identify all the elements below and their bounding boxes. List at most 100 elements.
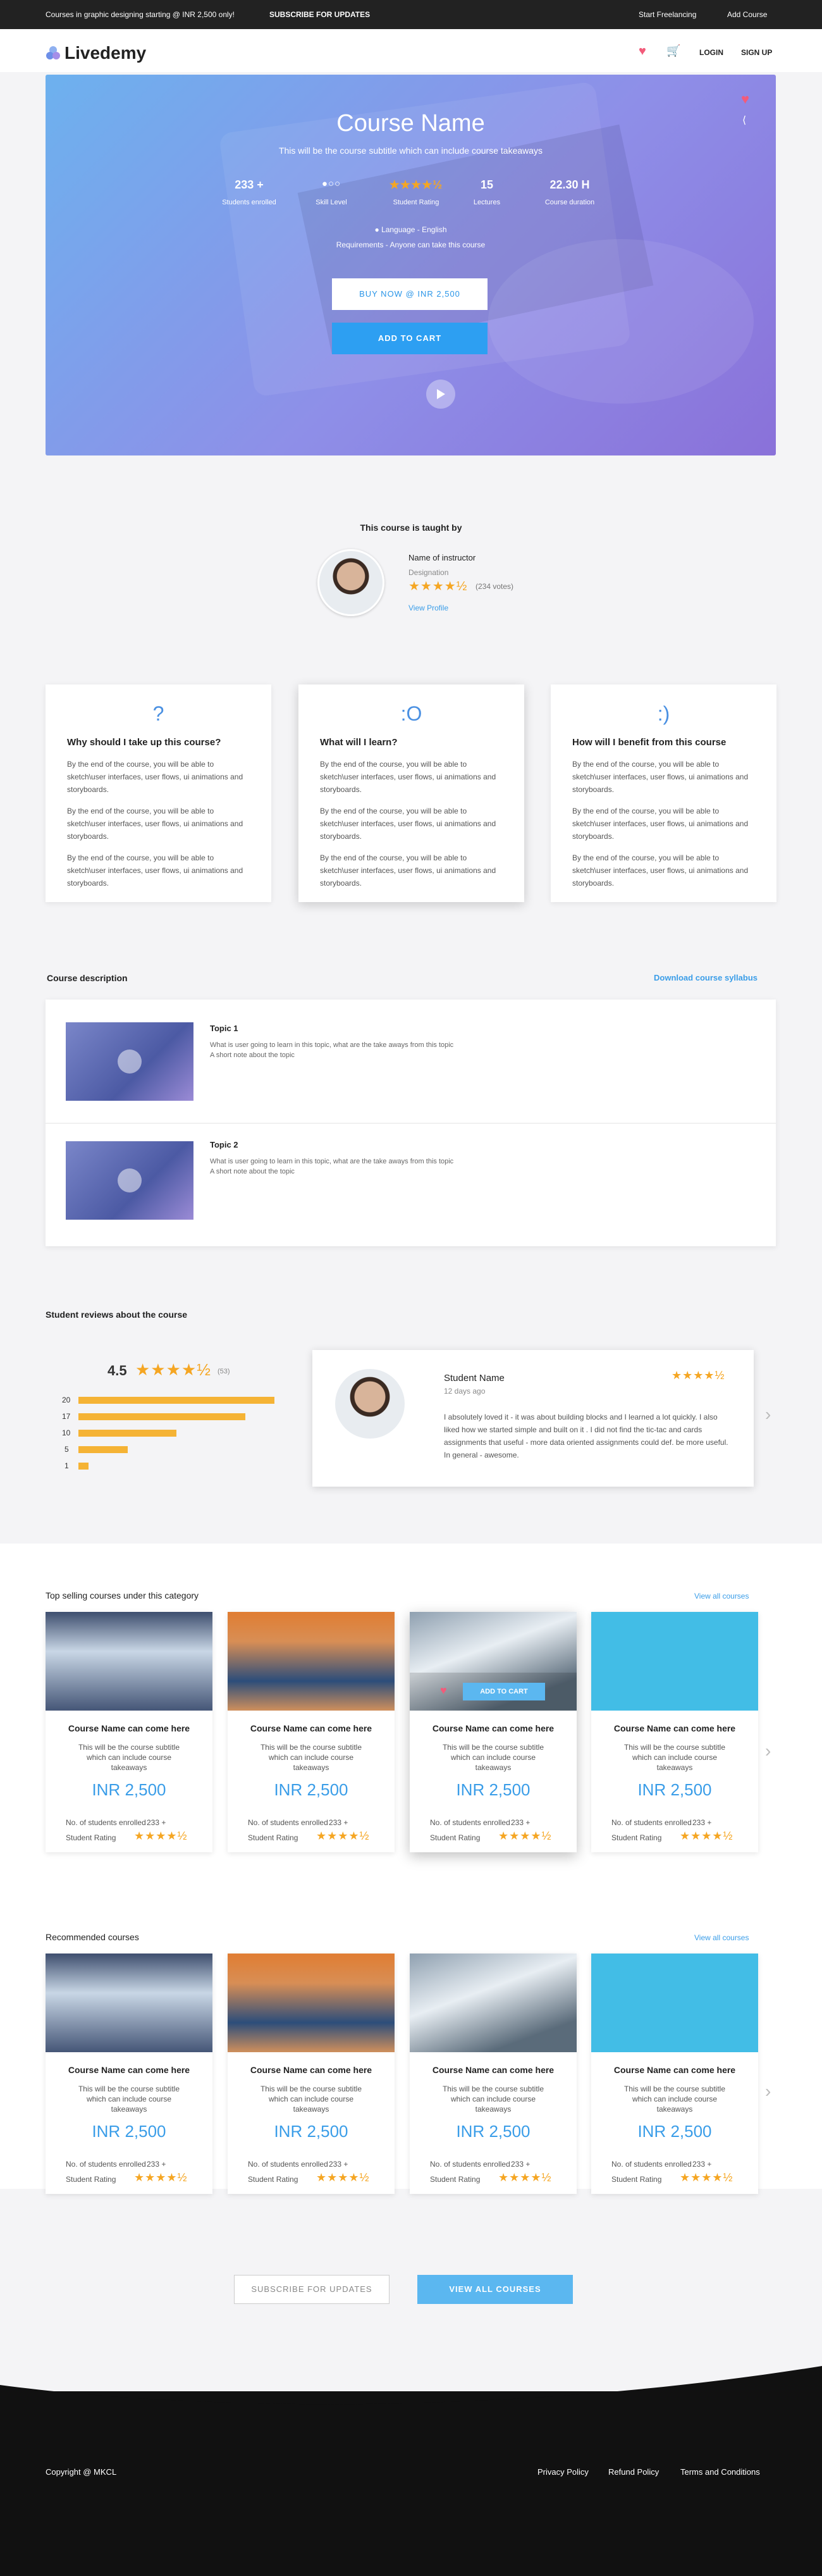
course-card-subtitle: This will be the course subtitle which c… bbox=[78, 2084, 180, 2114]
enrolled-value: 233 + bbox=[511, 1818, 531, 1827]
play-icon bbox=[118, 1050, 142, 1074]
enrolled-value: 233 + bbox=[511, 2160, 531, 2169]
enrolled-value: 233 + bbox=[147, 2160, 166, 2169]
surprised-face-icon: :O bbox=[400, 702, 422, 725]
enrolled-label: No. of students enrolled bbox=[248, 1818, 328, 1827]
instructor-designation: Designation bbox=[408, 568, 449, 577]
course-card-stars: ★★★★½ bbox=[134, 1830, 188, 1842]
course-card-price: INR 2,500 bbox=[637, 1780, 712, 1799]
view-all-courses-button[interactable]: VIEW ALL COURSES bbox=[417, 2275, 573, 2304]
course-thumbnail[interactable] bbox=[46, 1612, 212, 1711]
language-info: ● Language - English bbox=[374, 225, 447, 234]
course-card-title: Course Name can come here bbox=[68, 2065, 190, 2075]
terms-link[interactable]: Terms and Conditions bbox=[680, 2467, 760, 2477]
cart-icon[interactable]: 🛒 bbox=[666, 44, 680, 58]
next-recommended-arrow-icon[interactable]: › bbox=[765, 2081, 771, 2102]
login-link[interactable]: LOGIN bbox=[699, 48, 723, 57]
course-thumbnail[interactable] bbox=[228, 1954, 395, 2052]
refund-policy-link[interactable]: Refund Policy bbox=[608, 2467, 659, 2477]
course-card-title: Course Name can come here bbox=[432, 1723, 555, 1733]
course-card[interactable]: Course Name can come here This will be th… bbox=[410, 1954, 577, 2194]
course-card-price: INR 2,500 bbox=[637, 2122, 712, 2141]
course-card-title: Course Name can come here bbox=[68, 1723, 190, 1733]
enrolled-label: No. of students enrolled bbox=[430, 2160, 510, 2169]
feature-title: What will I learn? bbox=[320, 737, 398, 748]
course-card-title: Course Name can come here bbox=[250, 1723, 372, 1733]
bar-label: 17 bbox=[62, 1412, 71, 1421]
course-subtitle: This will be the course subtitle which c… bbox=[278, 146, 543, 156]
topic-row[interactable]: Topic 1 What is user going to learn in t… bbox=[46, 1000, 776, 1124]
course-card[interactable]: Course Name can come here This will be th… bbox=[228, 1612, 395, 1852]
enrolled-value: 233 + bbox=[329, 2160, 348, 2169]
topic-thumbnail[interactable] bbox=[66, 1022, 193, 1101]
buy-now-button[interactable]: BUY NOW @ INR 2,500 bbox=[332, 278, 488, 310]
start-freelancing-link[interactable]: Start Freelancing bbox=[639, 10, 696, 19]
instructor-avatar[interactable] bbox=[317, 549, 384, 616]
course-title: Course Name bbox=[336, 110, 485, 137]
review-stars: ★★★★½ bbox=[672, 1369, 725, 1382]
feature-title: How will I benefit from this course bbox=[572, 737, 727, 748]
download-syllabus-link[interactable]: Download course syllabus bbox=[654, 973, 758, 982]
course-card[interactable]: ♥ ADD TO CART Course Name can come here Thi… bbox=[410, 1612, 577, 1852]
enrolled-label: No. of students enrolled bbox=[66, 2160, 146, 2169]
course-thumbnail[interactable] bbox=[591, 1612, 758, 1711]
course-card-stars: ★★★★½ bbox=[498, 2171, 552, 2184]
enrolled-value: 233 + bbox=[692, 1818, 712, 1827]
favorite-heart-icon[interactable]: ♥ bbox=[741, 91, 749, 108]
course-card[interactable]: Course Name can come here This will be th… bbox=[228, 1954, 395, 2194]
add-course-link[interactable]: Add Course bbox=[727, 10, 767, 19]
course-thumbnail[interactable] bbox=[46, 1954, 212, 2052]
course-card-price: INR 2,500 bbox=[92, 1780, 166, 1799]
stat-lectures: 15 Lectures bbox=[473, 178, 501, 206]
course-thumbnail[interactable] bbox=[228, 1612, 395, 1711]
course-card-price: INR 2,500 bbox=[92, 2122, 166, 2141]
recommended-view-all-link[interactable]: View all courses bbox=[694, 1933, 749, 1942]
average-rating: 4.5 bbox=[107, 1363, 127, 1378]
add-to-cart-button[interactable]: ADD TO CART bbox=[332, 323, 488, 354]
rating-label: Student Rating bbox=[248, 2175, 298, 2184]
course-card[interactable]: Course Name can come here This will be th… bbox=[591, 1612, 758, 1852]
rating-label: Student Rating bbox=[611, 2175, 662, 2184]
average-rating-stars: ★★★★½ bbox=[135, 1360, 211, 1379]
course-card-subtitle: This will be the course subtitle which c… bbox=[623, 1743, 726, 1772]
course-thumbnail[interactable] bbox=[410, 1954, 577, 2052]
top-selling-view-all-link[interactable]: View all courses bbox=[694, 1592, 749, 1601]
subscribe-link[interactable]: SUBSCRIBE FOR UPDATES bbox=[269, 10, 370, 19]
footer bbox=[0, 2391, 822, 2576]
question-icon: ? bbox=[152, 702, 164, 725]
course-card[interactable]: Course Name can come here This will be th… bbox=[591, 1954, 758, 2194]
course-card[interactable]: Course Name can come here This will be th… bbox=[46, 1612, 212, 1852]
rating-bar bbox=[78, 1413, 245, 1420]
logo-text: Livedemy bbox=[64, 43, 147, 63]
enrolled-value: 233 + bbox=[329, 1818, 348, 1827]
bar-label: 1 bbox=[64, 1461, 69, 1470]
rating-label: Student Rating bbox=[430, 2175, 481, 2184]
course-card-title: Course Name can come here bbox=[613, 2065, 736, 2075]
instructor-votes: (234 votes) bbox=[475, 582, 514, 591]
privacy-policy-link[interactable]: Privacy Policy bbox=[537, 2467, 589, 2477]
topic-row[interactable]: Topic 2 What is user going to learn in t… bbox=[46, 1124, 776, 1246]
topic-thumbnail[interactable] bbox=[66, 1141, 193, 1220]
feature-title: Why should I take up this course? bbox=[67, 737, 221, 748]
course-card-subtitle: This will be the course subtitle which c… bbox=[260, 1743, 362, 1772]
wishlist-heart-icon[interactable]: ♥ bbox=[639, 44, 646, 59]
course-card-subtitle: This will be the course subtitle which c… bbox=[442, 2084, 544, 2114]
bar-label: 5 bbox=[64, 1445, 69, 1454]
course-card-stars: ★★★★½ bbox=[316, 2171, 370, 2184]
enrolled-label: No. of students enrolled bbox=[66, 1818, 146, 1827]
subscribe-updates-button[interactable]: SUBSCRIBE FOR UPDATES bbox=[234, 2275, 390, 2304]
review-count: (53) bbox=[218, 1368, 230, 1375]
view-profile-link[interactable]: View Profile bbox=[408, 604, 448, 612]
logo[interactable]: Livedemy bbox=[46, 43, 146, 63]
next-review-arrow-icon[interactable]: › bbox=[765, 1404, 771, 1425]
course-thumbnail[interactable] bbox=[591, 1954, 758, 2052]
course-card[interactable]: Course Name can come here This will be th… bbox=[46, 1954, 212, 2194]
play-preview-button[interactable] bbox=[426, 380, 455, 409]
wishlist-heart-icon[interactable]: ♥ bbox=[440, 1684, 447, 1697]
card-add-to-cart-button[interactable]: ADD TO CART bbox=[463, 1683, 545, 1700]
next-courses-arrow-icon[interactable]: › bbox=[765, 1741, 771, 1761]
course-card-stars: ★★★★½ bbox=[680, 1830, 733, 1842]
instructor-heading: This course is taught by bbox=[360, 523, 462, 533]
signup-link[interactable]: SIGN UP bbox=[741, 48, 772, 57]
review-card: Student Name 12 days ago ★★★★½ I absolut… bbox=[312, 1350, 754, 1487]
